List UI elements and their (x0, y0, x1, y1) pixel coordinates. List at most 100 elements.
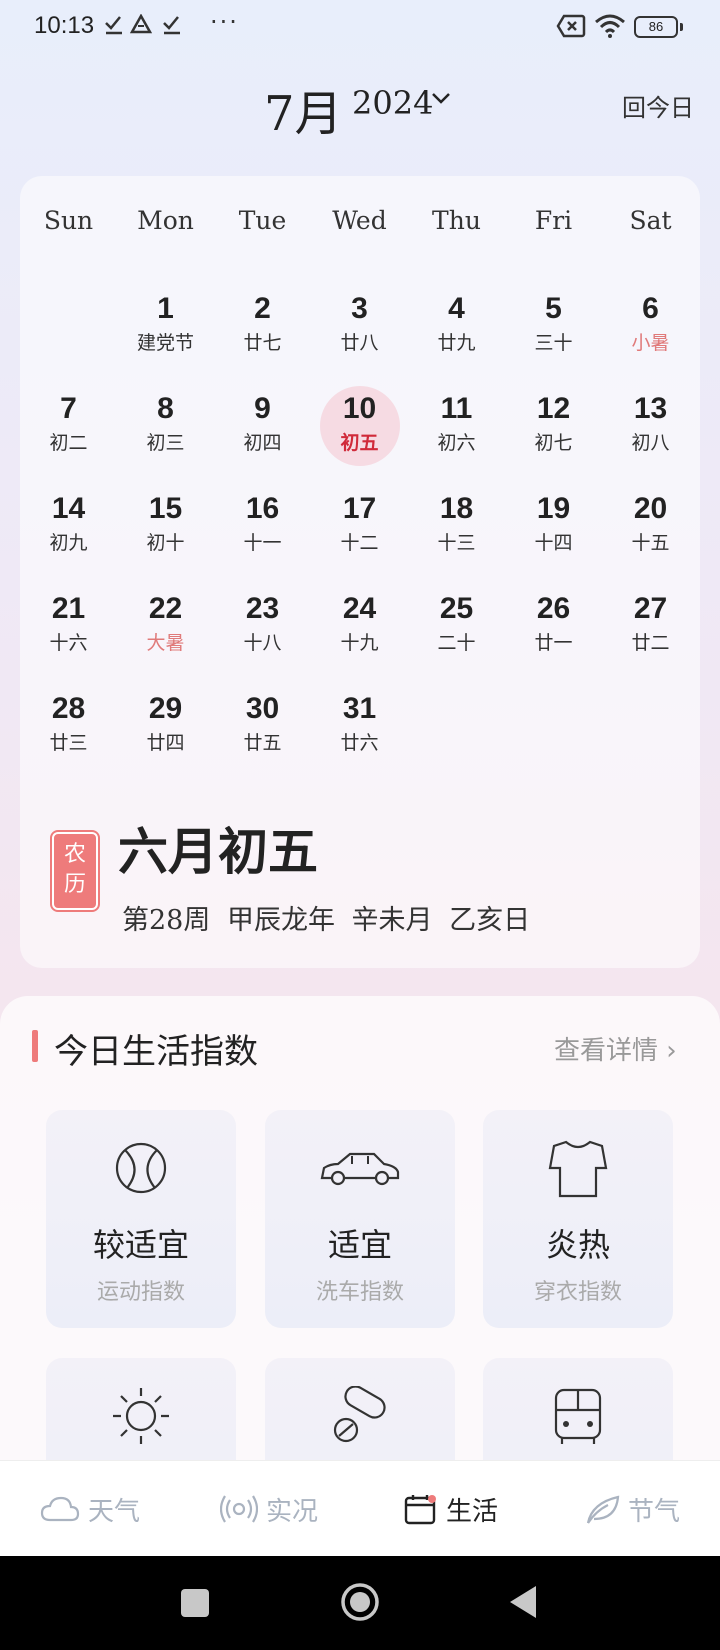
calendar-day[interactable]: 18 十三 (408, 480, 505, 580)
view-details-link[interactable]: 查看详情 › (554, 1030, 677, 1067)
home-icon[interactable] (340, 1582, 380, 1622)
day-lunar-label: 初七 (534, 432, 573, 454)
day-lunar-label: 初三 (146, 432, 185, 454)
back-to-today-button[interactable]: 回今日 (622, 88, 694, 123)
day-lunar-label: 三十 (534, 332, 573, 354)
month-label[interactable]: 7月 (264, 74, 343, 144)
calendar-day[interactable]: 20 十五 (602, 480, 699, 580)
sun-icon (113, 1388, 169, 1444)
status-bar: 10:13 ··· 86 (0, 0, 720, 56)
leaf-icon (586, 1495, 620, 1524)
calendar-day[interactable]: 4 廿九 (408, 280, 505, 380)
ball-icon (115, 1142, 167, 1194)
tile-value: 炎热 (545, 1226, 610, 1264)
calendar-day[interactable]: 12 初七 (505, 380, 602, 480)
bottom-nav: 天气 实况 生活 节气 (0, 1460, 720, 1556)
calendar-day[interactable]: 3 廿八 (311, 280, 408, 380)
life-index-card: 今日生活指数 查看详情 › 较适宜 运动指数 适宜 洗车指数 炎热 穿衣指数 (0, 996, 720, 1576)
day-number: 19 (536, 492, 571, 525)
calendar-day[interactable]: 7 初二 (20, 380, 117, 480)
car-wash-index-tile[interactable]: 适宜 洗车指数 (265, 1110, 455, 1328)
calendar-day[interactable]: 9 初四 (214, 380, 311, 480)
calendar-day[interactable]: 6 小暑 (602, 280, 699, 380)
recent-apps-icon[interactable] (180, 1588, 210, 1618)
wifi-icon (595, 14, 625, 38)
day-number: 26 (536, 592, 571, 625)
calendar-card: Sun Mon Tue Wed Thu Fri Sat 1 建党节 2 廿七 3 廿八 4 廿… (20, 176, 700, 968)
car-icon (320, 1152, 400, 1186)
weekday-label: Wed (332, 206, 387, 235)
nav-life[interactable]: 生活 (404, 1461, 498, 1557)
calendar-day[interactable]: 8 初三 (117, 380, 214, 480)
calendar-empty-cell (20, 280, 117, 380)
tile-value: 较适宜 (92, 1226, 189, 1264)
no-sim-icon (556, 14, 586, 38)
pill-icon (333, 1386, 386, 1443)
calendar-day[interactable]: 23 十八 (214, 580, 311, 680)
calendar-day[interactable]: 2 廿七 (214, 280, 311, 380)
day-lunar-label: 初二 (49, 432, 88, 454)
day-number: 22 (148, 592, 183, 625)
calendar-empty-cell (505, 680, 602, 780)
tshirt-icon (548, 1140, 608, 1198)
calendar-day[interactable]: 21 十六 (20, 580, 117, 680)
battery-indicator: 86 (634, 16, 683, 38)
weekday-header: Sun Mon Tue Wed Thu Fri Sat (20, 206, 700, 235)
day-number: 31 (342, 692, 377, 725)
calendar-day[interactable]: 13 初八 (602, 380, 699, 480)
calendar-day[interactable]: 11 初六 (408, 380, 505, 480)
calendar-day[interactable]: 5 三十 (505, 280, 602, 380)
calendar-day[interactable]: 31 廿六 (311, 680, 408, 780)
calendar-day[interactable]: 17 十二 (311, 480, 408, 580)
day-number: 1 (157, 292, 174, 325)
weekday-label: Sun (43, 206, 94, 235)
day-lunar-label: 十六 (49, 632, 88, 654)
back-icon[interactable] (508, 1584, 538, 1620)
broadcast-icon (220, 1495, 258, 1523)
day-number: 24 (342, 592, 377, 625)
calendar-day[interactable]: 14 初九 (20, 480, 117, 580)
sport-index-tile[interactable]: 较适宜 运动指数 (46, 1110, 236, 1328)
calendar-day[interactable]: 1 建党节 (117, 280, 214, 380)
day-number: 29 (148, 692, 183, 725)
day-lunar-label: 初八 (631, 432, 670, 454)
calendar-day[interactable]: 15 初十 (117, 480, 214, 580)
calendar-day[interactable]: 19 十四 (505, 480, 602, 580)
day-lunar-label: 大暑 (146, 632, 185, 654)
calendar-day[interactable]: 26 廿一 (505, 580, 602, 680)
day-lunar-label: 廿一 (534, 632, 573, 654)
nav-weather[interactable]: 天气 (40, 1461, 140, 1557)
nav-solar-terms[interactable]: 节气 (584, 1461, 680, 1557)
day-lunar-label: 二十 (437, 632, 476, 654)
day-lunar-label: 建党节 (136, 332, 194, 354)
bus-icon (554, 1388, 602, 1444)
calendar-day[interactable]: 25 二十 (408, 580, 505, 680)
calendar-day[interactable]: 28 廿三 (20, 680, 117, 780)
calendar-day[interactable]: 16 十一 (214, 480, 311, 580)
year-label[interactable]: 2024 (352, 84, 433, 122)
lunar-date: 六月初五 (118, 822, 318, 881)
nav-weather-label: 天气 (88, 1496, 141, 1527)
nav-live[interactable]: 实况 (220, 1461, 318, 1557)
day-number: 28 (51, 692, 86, 725)
calendar-day[interactable]: 27 廿二 (602, 580, 699, 680)
day-lunar-label: 十二 (340, 532, 379, 554)
life-index-title: 今日生活指数 (54, 1032, 258, 1072)
day-lunar-label: 廿八 (340, 332, 379, 354)
clothing-index-tile[interactable]: 炎热 穿衣指数 (483, 1110, 673, 1328)
chevron-down-icon[interactable] (430, 90, 452, 106)
calendar-day[interactable]: 10 初五 (311, 380, 408, 480)
calendar-day[interactable]: 24 十九 (311, 580, 408, 680)
day-lunar-label: 初十 (146, 532, 185, 554)
calendar-day[interactable]: 22 大暑 (117, 580, 214, 680)
nav-live-label: 实况 (266, 1496, 319, 1527)
day-lunar-label: 初九 (49, 532, 88, 554)
tile-label: 运动指数 (96, 1280, 185, 1305)
day-lunar-label: 十九 (340, 632, 379, 654)
nav-solar-terms-label: 节气 (628, 1496, 681, 1527)
drive-icon (130, 14, 152, 34)
lunar-info: 第28周 甲辰龙年 辛未月 乙亥日 (122, 905, 531, 936)
day-number: 3 (351, 292, 368, 325)
calendar-day[interactable]: 30 廿五 (214, 680, 311, 780)
calendar-day[interactable]: 29 廿四 (117, 680, 214, 780)
